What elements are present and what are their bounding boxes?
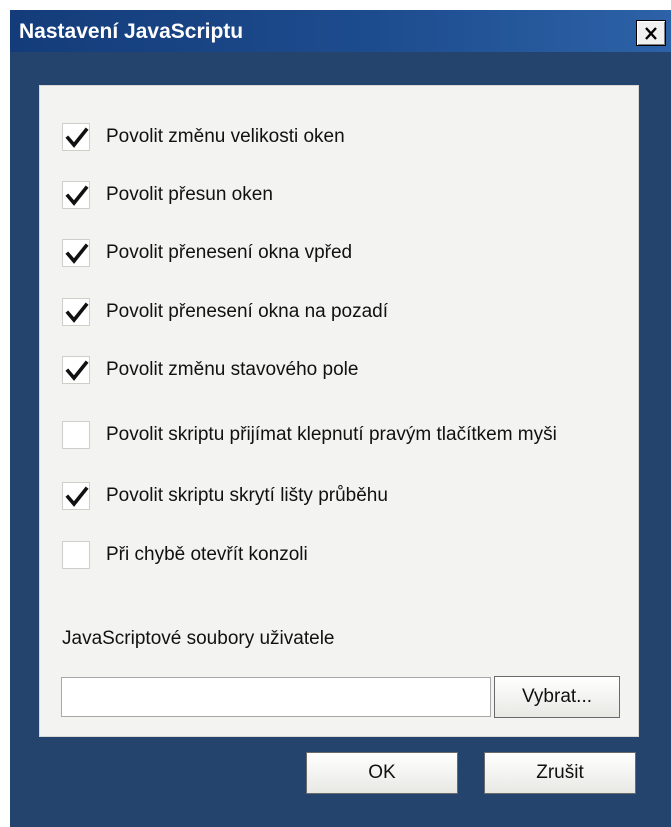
user-js-files-label: JavaScriptové soubory uživatele bbox=[62, 628, 335, 649]
option-checkbox[interactable] bbox=[62, 298, 90, 326]
option-checkbox[interactable] bbox=[62, 421, 90, 449]
option-label: Při chybě otevřít konzoli bbox=[106, 544, 308, 565]
option-row: Povolit skriptu přijímat klepnutí pravým… bbox=[62, 415, 557, 455]
title-bar[interactable]: Nastavení JavaScriptu bbox=[10, 10, 671, 52]
option-label: Povolit přesun oken bbox=[106, 184, 273, 205]
ok-button[interactable]: OK bbox=[306, 752, 458, 794]
close-icon bbox=[645, 26, 657, 40]
option-label: Povolit změnu velikosti oken bbox=[106, 126, 345, 147]
option-row: Povolit skriptu skrytí lišty průběhu bbox=[62, 476, 388, 516]
option-checkbox[interactable] bbox=[62, 541, 90, 569]
option-row: Při chybě otevřít konzoli bbox=[62, 535, 308, 575]
option-checkbox[interactable] bbox=[62, 181, 90, 209]
option-row: Povolit přenesení okna na pozadí bbox=[62, 292, 388, 332]
option-label: Povolit skriptu přijímat klepnutí pravým… bbox=[106, 424, 557, 445]
check-icon bbox=[65, 127, 89, 148]
option-label: Povolit změnu stavového pole bbox=[106, 359, 359, 380]
option-label: Povolit přenesení okna vpřed bbox=[106, 242, 353, 263]
user-js-files-input[interactable] bbox=[61, 677, 491, 717]
option-checkbox[interactable] bbox=[62, 123, 90, 151]
option-checkbox[interactable] bbox=[62, 356, 90, 384]
check-icon bbox=[65, 360, 89, 381]
close-button[interactable] bbox=[636, 20, 666, 46]
check-icon bbox=[65, 486, 89, 507]
option-row: Povolit přesun oken bbox=[62, 175, 273, 215]
option-row: Povolit přenesení okna vpřed bbox=[62, 233, 352, 273]
option-label: Povolit skriptu skrytí lišty průběhu bbox=[106, 485, 388, 506]
option-checkbox[interactable] bbox=[62, 482, 90, 510]
check-icon bbox=[65, 243, 89, 264]
select-file-button[interactable]: Vybrat... bbox=[494, 676, 620, 718]
option-row: Povolit změnu stavového pole bbox=[62, 350, 358, 390]
settings-panel: Povolit změnu velikosti oken Povolit pře… bbox=[39, 85, 639, 737]
option-label: Povolit přenesení okna na pozadí bbox=[106, 301, 389, 322]
dialog-window: Nastavení JavaScriptu Povolit změnu veli… bbox=[10, 10, 671, 827]
check-icon bbox=[65, 185, 89, 206]
check-icon bbox=[65, 302, 89, 323]
option-row: Povolit změnu velikosti oken bbox=[62, 117, 345, 157]
option-checkbox[interactable] bbox=[62, 239, 90, 267]
cancel-button[interactable]: Zrušit bbox=[484, 752, 636, 794]
window-title: Nastavení JavaScriptu bbox=[19, 20, 244, 43]
